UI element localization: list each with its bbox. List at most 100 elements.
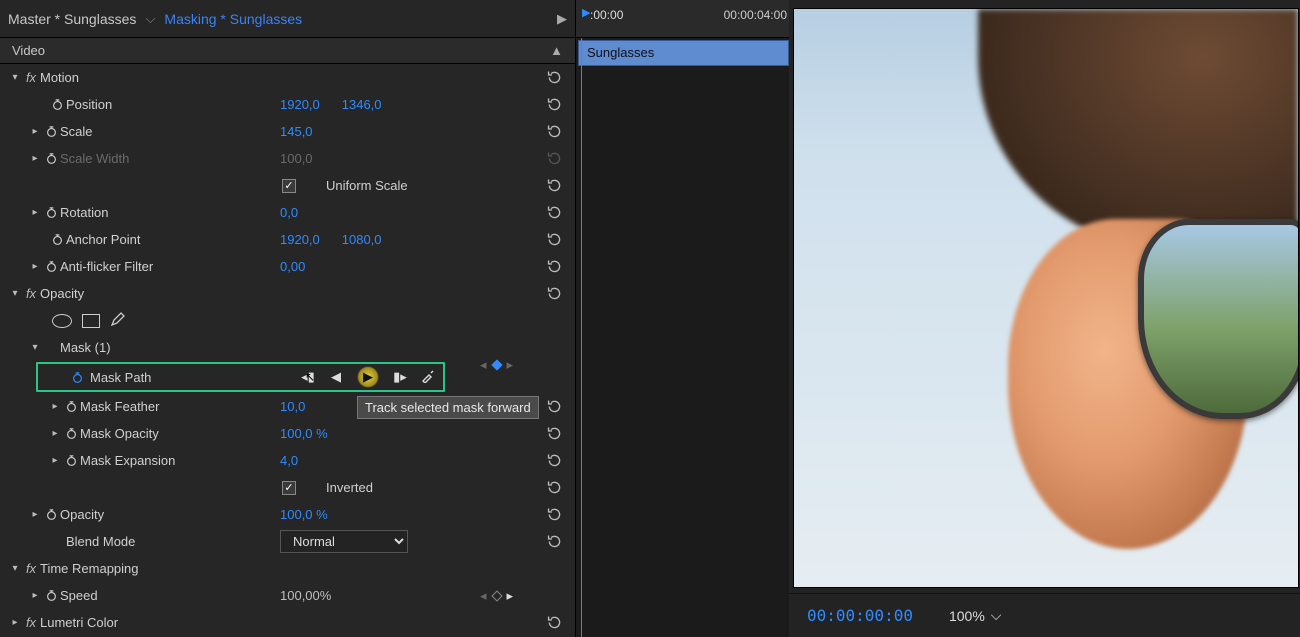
chevron-down-icon[interactable]: ▾ (8, 288, 22, 299)
stopwatch-icon[interactable] (42, 508, 60, 521)
keyframe-marker-icon[interactable] (491, 590, 502, 601)
reset-button[interactable] (543, 121, 565, 143)
program-monitor: 00:00:00:00 100% ⌵ (789, 0, 1300, 637)
reset-button[interactable] (543, 531, 565, 553)
group-motion[interactable]: ▾ fx Motion (0, 64, 575, 91)
anchor-y-value[interactable]: 1080,0 (342, 232, 382, 247)
time-remapping-label: Time Remapping (40, 561, 139, 576)
opacity-value[interactable]: 100,0 % (280, 507, 328, 522)
chevron-right-icon[interactable]: ▸ (48, 428, 62, 439)
stopwatch-icon[interactable] (62, 454, 80, 467)
chevron-right-icon[interactable]: ▸ (8, 617, 22, 628)
chevron-down-icon: ⌵ (991, 607, 1002, 624)
reset-button[interactable] (543, 283, 565, 305)
zoom-select[interactable]: 100% ⌵ (949, 607, 1001, 624)
group-time-remapping[interactable]: ▾ fx Time Remapping (0, 555, 575, 582)
track-forward-button[interactable]: ▶ ↖ (357, 366, 379, 388)
reset-button[interactable] (543, 477, 565, 499)
stopwatch-icon (42, 152, 60, 165)
anti-flicker-value[interactable]: 0,00 (280, 259, 305, 274)
stopwatch-icon[interactable] (62, 400, 80, 413)
keyframe-marker-icon[interactable] (491, 359, 502, 370)
stopwatch-icon[interactable] (42, 589, 60, 602)
stopwatch-icon[interactable] (48, 98, 66, 111)
clip-bar[interactable]: Sunglasses (578, 40, 789, 66)
reset-button[interactable] (543, 612, 565, 634)
chevron-down-icon[interactable]: ▾ (8, 563, 22, 574)
scale-value[interactable]: 145,0 (280, 124, 313, 139)
mask-opacity-label: Mask Opacity (80, 426, 159, 441)
next-keyframe-icon[interactable]: ▸ (507, 357, 514, 373)
preview-content (978, 9, 1298, 249)
pen-mask-icon[interactable] (110, 311, 126, 330)
track-forward-one-icon[interactable]: ▮▸ (393, 369, 407, 385)
effect-controls-panel: Master * Sunglasses ⌵ Masking * Sunglass… (0, 0, 576, 637)
stopwatch-icon[interactable] (42, 125, 60, 138)
play-icon[interactable]: ▶ (557, 11, 567, 27)
inverted-checkbox[interactable]: ✓ (282, 481, 296, 495)
chevron-right-icon[interactable]: ▸ (28, 207, 42, 218)
effect-controls-timeline[interactable]: ▶ :00:00 00:00:04:00 Sunglasses (576, 0, 789, 637)
tab-master[interactable]: Master * Sunglasses (8, 11, 136, 27)
chevron-down-icon[interactable]: ⌵ (142, 11, 158, 27)
anchor-x-value[interactable]: 1920,0 (280, 232, 320, 247)
preview-frame[interactable] (793, 8, 1299, 588)
scale-width-label: Scale Width (60, 151, 129, 166)
position-x-value[interactable]: 1920,0 (280, 97, 320, 112)
prev-keyframe-icon[interactable]: ◂ (480, 588, 487, 604)
timecode-display[interactable]: 00:00:00:00 (807, 606, 913, 625)
mask-feather-label: Mask Feather (80, 399, 159, 414)
next-keyframe-icon[interactable]: ▸ (507, 588, 514, 604)
mask-shape-tools (0, 307, 575, 334)
reset-button[interactable] (543, 175, 565, 197)
uniform-scale-checkbox[interactable]: ✓ (282, 179, 296, 193)
chevron-right-icon[interactable]: ▸ (28, 261, 42, 272)
group-lumetri-color[interactable]: ▸ fx Lumetri Color (0, 609, 575, 636)
prop-mask-path[interactable]: Mask Path ◂▮ ◀ ▶ ↖ ▮▸ (36, 362, 445, 392)
scale-width-value: 100,0 (280, 151, 313, 166)
stopwatch-icon[interactable] (42, 206, 60, 219)
reset-button[interactable] (543, 423, 565, 445)
blend-mode-select[interactable]: Normal (280, 530, 408, 553)
stopwatch-icon[interactable] (62, 427, 80, 440)
reset-button[interactable] (543, 450, 565, 472)
group-opacity[interactable]: ▾ fx Opacity (0, 280, 575, 307)
reset-button[interactable] (543, 396, 565, 418)
reset-button (543, 148, 565, 170)
rotation-value[interactable]: 0,0 (280, 205, 298, 220)
stopwatch-icon[interactable] (42, 260, 60, 273)
time-ruler[interactable]: ▶ :00:00 00:00:04:00 (576, 0, 789, 38)
chevron-right-icon[interactable]: ▸ (28, 509, 42, 520)
mask-opacity-value[interactable]: 100,0 % (280, 426, 328, 441)
reset-button[interactable] (543, 256, 565, 278)
rectangle-mask-icon[interactable] (82, 314, 100, 328)
prop-uniform-scale: ✓ Uniform Scale (0, 172, 575, 199)
chevron-right-icon[interactable]: ▸ (48, 455, 62, 466)
tooltip: Track selected mask forward (357, 396, 539, 419)
chevron-down-icon[interactable]: ▾ (8, 72, 22, 83)
reset-button[interactable] (543, 229, 565, 251)
chevron-right-icon[interactable]: ▸ (28, 590, 42, 601)
mask-expansion-value[interactable]: 4,0 (280, 453, 298, 468)
reset-button[interactable] (543, 504, 565, 526)
reset-button[interactable] (543, 202, 565, 224)
track-settings-icon[interactable] (421, 369, 435, 386)
chevron-right-icon[interactable]: ▸ (28, 126, 42, 137)
monitor-status-bar: 00:00:00:00 100% ⌵ (789, 593, 1300, 637)
position-y-value[interactable]: 1346,0 (342, 97, 382, 112)
stopwatch-icon[interactable] (48, 233, 66, 246)
fx-badge: fx (22, 615, 40, 630)
reset-button[interactable] (543, 94, 565, 116)
tab-masking[interactable]: Masking * Sunglasses (164, 11, 302, 27)
playhead-line[interactable] (581, 38, 582, 637)
reset-button[interactable] (543, 67, 565, 89)
collapse-icon[interactable]: ▲ (550, 43, 563, 58)
mask-feather-value[interactable]: 10,0 (280, 399, 305, 414)
lumetri-label: Lumetri Color (40, 615, 118, 630)
stopwatch-icon[interactable] (68, 371, 86, 384)
chevron-down-icon[interactable]: ▾ (28, 342, 42, 353)
chevron-right-icon[interactable]: ▸ (48, 401, 62, 412)
ellipse-mask-icon[interactable] (52, 314, 72, 328)
prev-keyframe-icon[interactable]: ◂ (480, 357, 487, 373)
track-backward-icon[interactable]: ◀ (329, 369, 343, 385)
